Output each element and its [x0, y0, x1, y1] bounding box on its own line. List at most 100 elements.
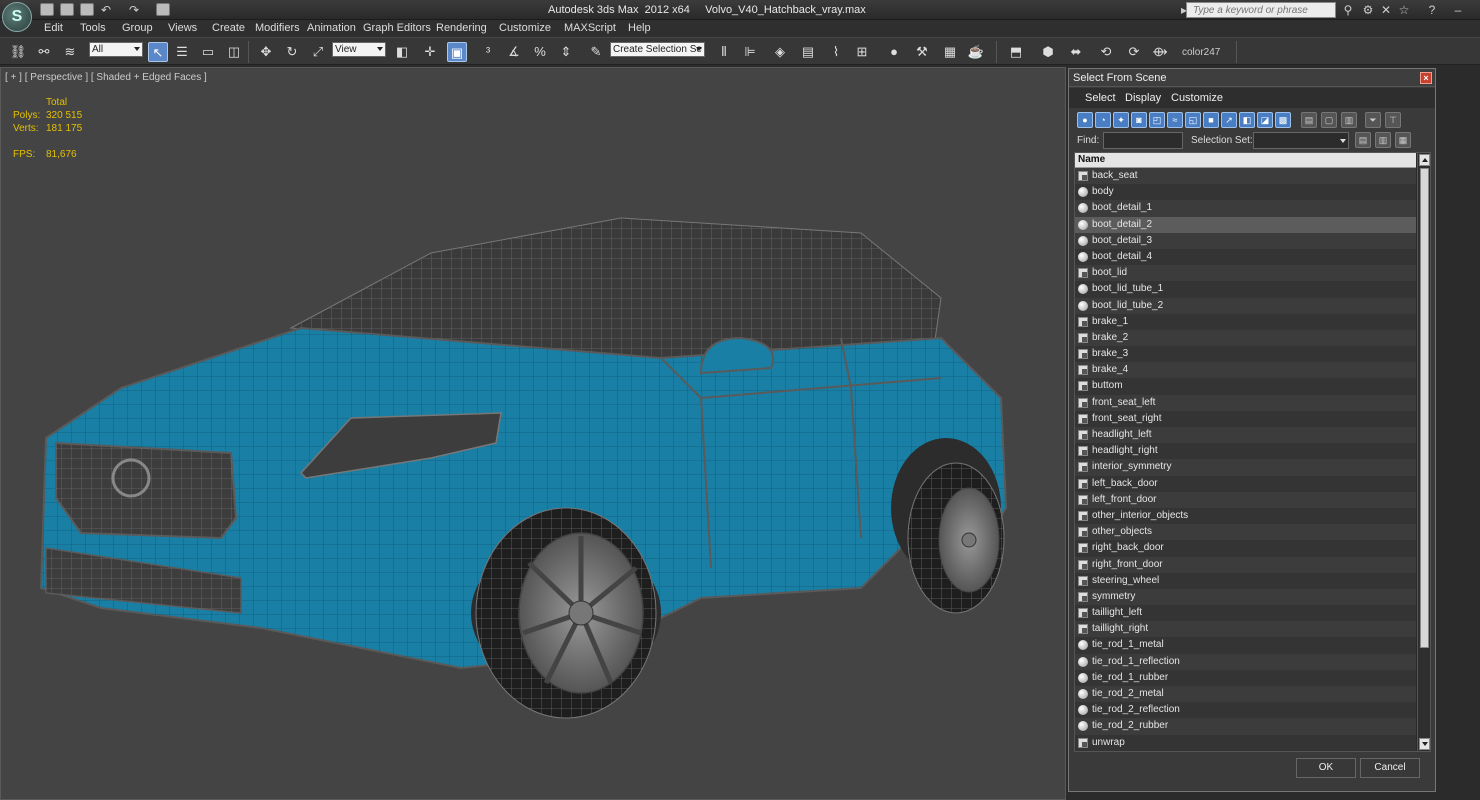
rect-selection-region-icon[interactable]: ▭ — [198, 42, 218, 62]
vray-tool-3-icon[interactable]: ⟴ — [1150, 42, 1170, 62]
named-selection-set-dropdown[interactable]: Create Selection Se — [610, 42, 705, 57]
menu-edit[interactable]: Edit — [44, 22, 63, 34]
list-item[interactable]: tie_rod_2_reflection — [1075, 702, 1416, 719]
list-item[interactable]: headlight_left — [1075, 427, 1416, 444]
list-item[interactable]: front_seat_left — [1075, 394, 1416, 411]
close-icon[interactable]: × — [1420, 72, 1432, 84]
tools-icon[interactable]: ✕ — [1378, 2, 1394, 18]
list-item[interactable]: taillight_right — [1075, 621, 1416, 638]
menu-maxscript[interactable]: MAXScript — [564, 22, 616, 34]
dialog-menu-customize[interactable]: Customize — [1171, 92, 1223, 104]
list-item[interactable]: tie_rod_2_metal — [1075, 686, 1416, 703]
cancel-button[interactable]: Cancel — [1360, 758, 1420, 778]
plugin-tool-2-icon[interactable]: ⬢ — [1038, 42, 1058, 62]
filter-icon[interactable]: ⏷ — [1365, 112, 1381, 128]
minimize-icon[interactable]: – — [1450, 2, 1466, 18]
undo-icon[interactable]: ↶ — [98, 2, 114, 18]
display-invert-icon[interactable]: ▥ — [1341, 112, 1357, 128]
selection-set-delete-icon[interactable]: ▦ — [1395, 132, 1411, 148]
list-item[interactable]: taillight_left — [1075, 605, 1416, 622]
layer-manager-icon[interactable]: ◈ — [770, 42, 790, 62]
list-item[interactable]: back_seat — [1075, 168, 1416, 185]
mirror-icon[interactable]: ⫴ — [714, 42, 734, 62]
spinner-snap-icon[interactable]: ⇕ — [556, 42, 576, 62]
link-icon[interactable]: ⛓ — [8, 42, 28, 62]
list-item[interactable]: tie_rod_2_rubber — [1075, 718, 1416, 735]
list-item[interactable]: brake_3 — [1075, 346, 1416, 363]
display-frozen-icon[interactable]: ◪ — [1257, 112, 1273, 128]
dialog-menu-select[interactable]: Select — [1085, 92, 1116, 104]
menu-tools[interactable]: Tools — [80, 22, 106, 34]
pivot-center-icon[interactable]: ◧ — [392, 42, 412, 62]
snaps-toggle-icon[interactable]: ³ — [478, 42, 498, 62]
align-icon[interactable]: ⊫ — [740, 42, 760, 62]
vray-tool-2-icon[interactable]: ⟳ — [1124, 42, 1144, 62]
scroll-thumb[interactable] — [1420, 168, 1429, 648]
unlink-icon[interactable]: ⚯ — [34, 42, 54, 62]
display-bones-icon[interactable]: ↗ — [1221, 112, 1237, 128]
percent-snap-icon[interactable]: % — [530, 42, 550, 62]
list-item[interactable]: buttom — [1075, 378, 1416, 395]
material-editor-icon[interactable]: ● — [884, 42, 904, 62]
list-item[interactable]: boot_lid — [1075, 265, 1416, 282]
list-item[interactable]: tie_rod_1_metal — [1075, 637, 1416, 654]
scale-icon[interactable]: ⤢ — [308, 42, 328, 62]
save-icon[interactable] — [80, 3, 94, 16]
display-xrefs-icon[interactable]: ■ — [1203, 112, 1219, 128]
select-manipulate-icon[interactable]: ✛ — [420, 42, 440, 62]
list-item[interactable]: brake_2 — [1075, 329, 1416, 347]
rotate-icon[interactable]: ↻ — [282, 42, 302, 62]
list-item[interactable]: right_front_door — [1075, 556, 1416, 573]
list-item[interactable]: symmetry — [1075, 588, 1416, 606]
display-groups-icon[interactable]: ◱ — [1185, 112, 1201, 128]
binoculars-icon[interactable]: ⚲ — [1340, 2, 1356, 18]
perspective-viewport[interactable]: [ + ] [ Perspective ] [ Shaded + Edged F… — [0, 67, 1066, 800]
ok-button[interactable]: OK — [1296, 758, 1356, 778]
menu-help[interactable]: Help — [628, 22, 651, 34]
bind-spacewarp-icon[interactable]: ≋ — [60, 42, 80, 62]
communication-center-icon[interactable]: ⚙ — [1360, 2, 1376, 18]
display-shapes-icon[interactable]: ◔ — [1095, 112, 1111, 128]
list-item[interactable]: headlight_right — [1075, 443, 1416, 460]
help-search-input[interactable] — [1186, 2, 1336, 18]
find-input[interactable] — [1103, 132, 1183, 149]
window-crossing-icon[interactable]: ◫ — [224, 42, 244, 62]
list-item[interactable]: left_back_door — [1075, 475, 1416, 492]
list-item[interactable]: boot_detail_2 — [1075, 216, 1416, 233]
menu-rendering[interactable]: Rendering — [436, 22, 487, 34]
keyboard-shortcut-override-icon[interactable]: ▣ — [447, 42, 467, 62]
new-file-icon[interactable] — [40, 3, 54, 16]
redo-icon[interactable]: ↷ — [126, 2, 142, 18]
column-header-name[interactable]: Name — [1075, 153, 1416, 168]
list-scrollbar[interactable] — [1417, 153, 1430, 751]
scroll-up-icon[interactable] — [1419, 154, 1430, 166]
list-item[interactable]: boot_detail_3 — [1075, 232, 1416, 249]
plugin-tool-3-icon[interactable]: ⬌ — [1066, 42, 1086, 62]
plugin-tool-1-icon[interactable]: ⬒ — [1006, 42, 1026, 62]
graphite-ribbon-icon[interactable]: ▤ — [798, 42, 818, 62]
list-item[interactable]: other_objects — [1075, 524, 1416, 541]
hierarchy-icon[interactable]: ⊤ — [1385, 112, 1401, 128]
edit-named-selection-icon[interactable]: ✎ — [586, 42, 606, 62]
display-spacewarps-icon[interactable]: ≈ — [1167, 112, 1183, 128]
scroll-down-icon[interactable] — [1419, 738, 1430, 750]
list-item[interactable]: front_seat_right — [1075, 410, 1416, 427]
render-setup-icon[interactable]: ⚒ — [912, 42, 932, 62]
help-icon[interactable]: ? — [1424, 2, 1440, 18]
list-item[interactable]: other_interior_objects — [1075, 507, 1416, 525]
list-item[interactable]: boot_detail_4 — [1075, 248, 1416, 266]
app-logo[interactable]: S — [2, 2, 32, 32]
dialog-menu-display[interactable]: Display — [1125, 92, 1161, 104]
curve-editor-icon[interactable]: ⌇ — [826, 42, 846, 62]
menu-animation[interactable]: Animation — [307, 22, 356, 34]
display-helpers-icon[interactable]: ◰ — [1149, 112, 1165, 128]
favorites-star-icon[interactable]: ☆ — [1396, 2, 1412, 18]
menu-views[interactable]: Views — [168, 22, 197, 34]
display-cameras-icon[interactable]: ◙ — [1131, 112, 1147, 128]
display-containers-icon[interactable]: ◧ — [1239, 112, 1255, 128]
list-item[interactable]: interior_symmetry — [1075, 459, 1416, 476]
select-object-icon[interactable]: ↖ — [148, 42, 168, 62]
rendered-frame-window-icon[interactable]: ▦ — [940, 42, 960, 62]
list-item[interactable]: tie_rod_1_rubber — [1075, 669, 1416, 686]
list-item[interactable]: steering_wheel — [1075, 572, 1416, 589]
